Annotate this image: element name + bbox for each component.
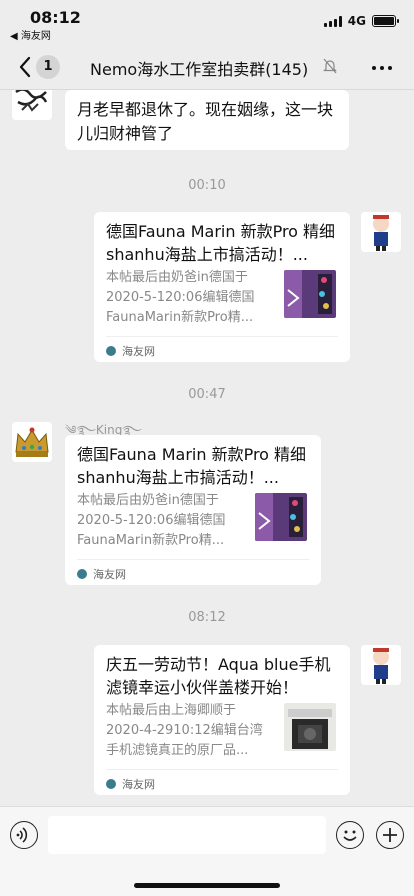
source-name: 海友网 bbox=[93, 568, 126, 581]
status-right: 4G bbox=[323, 14, 399, 28]
link-card[interactable]: 德国Fauna Marin 新款Pro 精细shanhu海盐上市搞活动！... … bbox=[94, 212, 350, 362]
plus-icon[interactable] bbox=[376, 821, 404, 849]
back-chevron-icon[interactable] bbox=[14, 54, 38, 80]
source-logo-icon bbox=[77, 569, 87, 579]
source-logo-icon bbox=[106, 346, 116, 356]
card-source: 海友网 bbox=[106, 776, 155, 792]
link-card[interactable]: 德国Fauna Marin 新款Pro 精细shanhu海盐上市搞活动！... … bbox=[65, 435, 321, 585]
home-indicator[interactable] bbox=[134, 883, 280, 888]
chat-title: Nemo海水工作室拍卖群(145) bbox=[90, 60, 309, 79]
card-source: 海友网 bbox=[106, 343, 155, 359]
status-time: 08:12 bbox=[30, 8, 81, 27]
my-avatar[interactable] bbox=[361, 212, 401, 252]
network-type: 4G bbox=[347, 14, 366, 28]
back-to-app-link[interactable]: ◀ 海友网 bbox=[10, 27, 51, 42]
timestamp: 00:10 bbox=[188, 178, 226, 193]
card-description: 本帖最后由上海卿顺于2020-4-2910:12编辑台湾手机滤镜真正的原厂品..… bbox=[106, 703, 263, 758]
card-thumbnail bbox=[255, 493, 307, 541]
my-avatar[interactable] bbox=[361, 645, 401, 685]
voice-icon[interactable] bbox=[10, 821, 38, 849]
chat-header: 1 Nemo海水工作室拍卖群(145) bbox=[0, 44, 414, 90]
avatar[interactable] bbox=[12, 422, 52, 462]
card-thumbnail bbox=[284, 270, 336, 318]
more-dots-icon[interactable] bbox=[372, 66, 392, 70]
card-description: 本帖最后由奶爸in德国于2020-5-120:06编辑德国FaunaMarin新… bbox=[106, 270, 255, 325]
card-source: 海友网 bbox=[77, 566, 126, 582]
source-name: 海友网 bbox=[122, 345, 155, 358]
card-title: 庆五一劳动节！Aqua blue手机滤镜幸运小伙伴盖楼开始！ bbox=[106, 655, 331, 697]
card-thumbnail bbox=[284, 703, 336, 751]
message-list[interactable]: 月老早都退休了。现在姻缘，这一块儿归财神管了 00:10 德国Fauna Mar… bbox=[0, 90, 414, 806]
source-name: 海友网 bbox=[122, 778, 155, 791]
mute-bell-icon bbox=[323, 58, 337, 74]
timestamp: 00:47 bbox=[188, 387, 226, 402]
signal-icon bbox=[323, 15, 342, 27]
card-title: 德国Fauna Marin 新款Pro 精细shanhu海盐上市搞活动！... bbox=[77, 445, 307, 487]
avatar[interactable] bbox=[12, 90, 52, 120]
timestamp: 08:12 bbox=[188, 610, 226, 625]
source-logo-icon bbox=[106, 779, 116, 789]
message-input[interactable] bbox=[48, 816, 326, 854]
link-card[interactable]: 庆五一劳动节！Aqua blue手机滤镜幸运小伙伴盖楼开始！ 本帖最后由上海卿顺… bbox=[94, 645, 350, 795]
emoji-icon[interactable] bbox=[336, 821, 364, 849]
battery-icon bbox=[372, 15, 399, 27]
card-description: 本帖最后由奶爸in德国于2020-5-120:06编辑德国FaunaMarin新… bbox=[77, 493, 226, 548]
unread-badge[interactable]: 1 bbox=[36, 55, 60, 79]
status-bar: 08:12 ◀ 海友网 4G bbox=[0, 0, 414, 44]
card-title: 德国Fauna Marin 新款Pro 精细shanhu海盐上市搞活动！... bbox=[106, 222, 336, 264]
message-bubble[interactable]: 月老早都退休了。现在姻缘，这一块儿归财神管了 bbox=[65, 90, 349, 150]
message-text: 月老早都退休了。现在姻缘，这一块儿归财神管了 bbox=[77, 100, 334, 143]
